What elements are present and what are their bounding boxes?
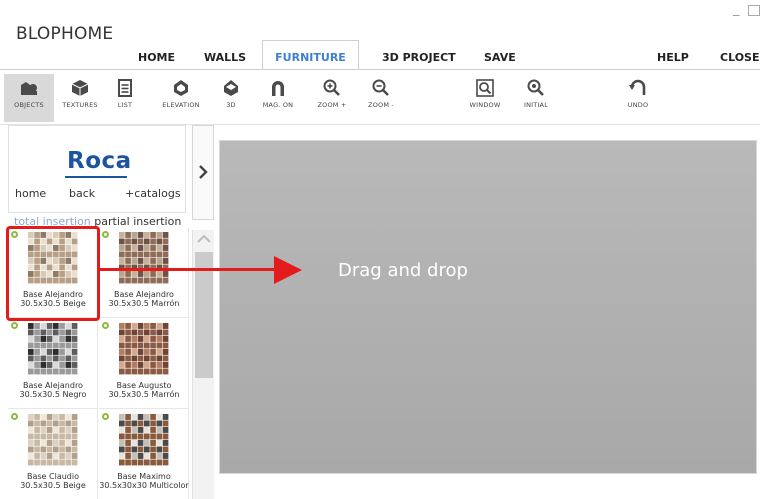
brand-logo-underline — [65, 176, 127, 178]
tool-textures-label: TEXTURES — [62, 101, 98, 109]
app-title: BLOPHOME — [16, 24, 114, 44]
catalog-item[interactable]: Base Claudio 30.5x30.5 Beige — [8, 410, 98, 499]
tool-objects[interactable]: OBJECTS — [4, 74, 54, 122]
zoom-in-icon — [323, 79, 340, 96]
tile-thumbnail — [28, 323, 78, 375]
catalog-item[interactable]: Base Alejandro 30.5x30.5 Negro — [8, 319, 98, 409]
chevron-up-icon[interactable] — [196, 234, 212, 244]
tool-3d[interactable]: 3D — [206, 74, 256, 109]
tool-zoom-initial-label: INITIAL — [523, 101, 549, 109]
highlight-box — [6, 226, 100, 321]
menu-save[interactable]: SAVE — [484, 48, 516, 68]
partial-insertion-link[interactable]: partial insertion — [94, 215, 181, 228]
catalog-item-name: Base Augusto 30.5x30.5 Marrón — [108, 381, 180, 399]
tool-zoom-in-label: ZOOM + — [317, 101, 347, 109]
tool-3d-label: 3D — [226, 101, 236, 109]
undo-icon — [629, 79, 646, 95]
tool-zoom-window-label: WINDOW — [469, 101, 501, 109]
tool-textures[interactable]: TEXTURES — [55, 74, 105, 109]
tile-thumbnail — [28, 414, 78, 466]
add-indicator-icon — [11, 322, 18, 329]
catalog-item-name: Base Claudio 30.5x30.5 Beige — [20, 472, 86, 490]
tool-elevation[interactable]: ELEVATION — [156, 74, 206, 109]
catalog-item[interactable]: Base Maximo 30.5x30x30 Multicolor — [99, 410, 189, 499]
menu-close[interactable]: CLOSE — [720, 48, 759, 68]
3d-icon — [224, 80, 238, 96]
drag-arrow-line — [100, 268, 280, 271]
tile-thumbnail — [119, 323, 169, 375]
chevron-right-icon — [199, 165, 208, 179]
catalog-item-name: Base Alejandro 30.5x30.5 Negro — [19, 381, 87, 399]
tool-list[interactable]: LIST — [100, 74, 150, 109]
catalog-item[interactable]: Base Augusto 30.5x30.5 Marrón — [99, 319, 189, 409]
tile-thumbnail — [119, 414, 169, 466]
brand-back-link[interactable]: back — [69, 187, 95, 200]
tool-elevation-label: ELEVATION — [162, 101, 200, 109]
tool-magnet-label: MAG. ON — [262, 101, 294, 109]
tool-magnet[interactable]: MAG. ON — [253, 74, 303, 109]
drag-drop-annotation: Drag and drop — [338, 260, 468, 281]
brand-home-link[interactable]: home — [15, 187, 46, 200]
add-indicator-icon — [102, 231, 109, 238]
zoom-window-icon — [476, 79, 494, 97]
catalog-item-name: Base Alejandro 30.5x30.5 Marrón — [108, 290, 180, 308]
magnet-icon — [272, 81, 284, 96]
textures-icon — [71, 80, 89, 96]
menu-furniture[interactable]: FURNITURE — [262, 40, 359, 70]
list-icon — [118, 79, 132, 97]
brand-panel: Roca home back +catalogs — [8, 125, 186, 213]
add-indicator-icon — [102, 413, 109, 420]
add-indicator-icon — [11, 413, 18, 420]
zoom-initial-icon — [527, 79, 544, 96]
brand-catalogs-link[interactable]: +catalogs — [125, 187, 181, 200]
elevation-icon — [174, 80, 188, 96]
tool-list-label: LIST — [117, 101, 133, 109]
tool-zoom-out-label: ZOOM - — [368, 101, 394, 109]
toolbar: OBJECTS TEXTURES LIST ELEVATION 3D MAG. … — [0, 70, 760, 124]
tool-objects-label: OBJECTS — [14, 101, 44, 109]
menu-3d-project[interactable]: 3D PROJECT — [382, 48, 456, 68]
objects-icon — [21, 82, 37, 95]
tool-zoom-in[interactable]: ZOOM + — [307, 74, 357, 109]
catalog-item-name: Base Maximo 30.5x30x30 Multicolor — [99, 472, 189, 490]
maximize-button[interactable] — [748, 5, 760, 16]
tool-undo-label: UNDO — [627, 101, 649, 109]
tool-undo[interactable]: UNDO — [613, 74, 663, 109]
tool-zoom-initial[interactable]: INITIAL — [511, 74, 561, 109]
add-indicator-icon — [102, 322, 109, 329]
tool-zoom-out[interactable]: ZOOM - — [356, 74, 406, 109]
zoom-out-icon — [372, 79, 389, 96]
design-canvas[interactable] — [219, 140, 757, 474]
minimize-button[interactable]: _ — [733, 2, 740, 17]
menu-walls[interactable]: WALLS — [204, 48, 246, 68]
drag-arrow-head — [274, 256, 302, 284]
menu-help[interactable]: HELP — [657, 48, 689, 68]
brand-logo[interactable]: Roca — [67, 148, 132, 174]
tool-zoom-window[interactable]: WINDOW — [460, 74, 510, 109]
catalog-item[interactable]: Base Alejandro 30.5x30.5 Marrón — [99, 228, 189, 318]
tile-thumbnail — [119, 232, 169, 284]
menu-home[interactable]: HOME — [138, 48, 175, 68]
next-brand-button[interactable] — [192, 125, 214, 220]
